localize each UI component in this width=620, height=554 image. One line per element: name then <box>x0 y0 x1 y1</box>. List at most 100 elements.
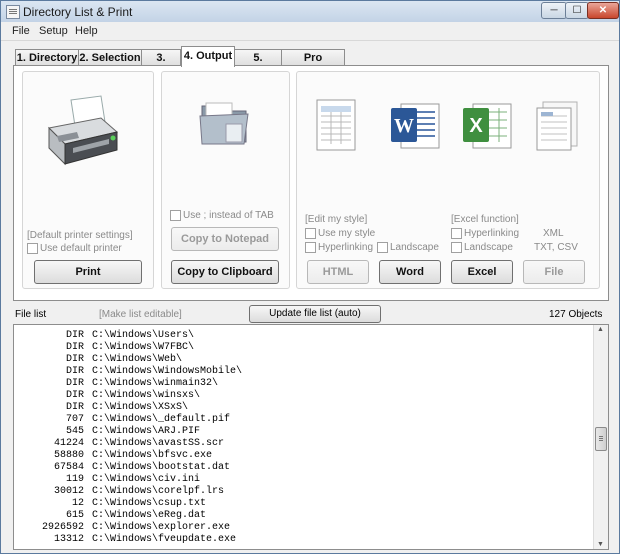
list-item[interactable]: DIR C:\Windows\Web\ <box>14 354 594 366</box>
close-button[interactable]: ✕ <box>587 2 619 19</box>
menu-file[interactable]: File <box>12 25 30 37</box>
list-item[interactable]: DIR C:\Windows\XSxS\ <box>14 402 594 414</box>
menu-help[interactable]: Help <box>75 25 98 37</box>
list-item[interactable]: 58880 C:\Windows\bfsvc.exe <box>14 450 594 462</box>
file-list[interactable]: DIR C:\Windows\Users\ DIR C:\Windows\W7FBC\… <box>13 324 609 550</box>
folder-icon <box>199 102 249 145</box>
file-size: 545 <box>65 426 84 437</box>
file-path: C:\Windows\avastSS.scr <box>92 438 225 449</box>
file-size: 12 <box>71 498 84 509</box>
file-size: DIR <box>65 378 84 389</box>
app-list-icon <box>6 5 20 19</box>
html-table-icon <box>316 99 356 151</box>
list-item[interactable]: 545 C:\Windows\ARJ.PIF <box>14 426 594 438</box>
copy-to-notepad-button[interactable]: Copy to Notepad <box>171 227 279 251</box>
xml-label: XML <box>543 228 564 239</box>
tab-action[interactable]: 5. Action <box>234 49 282 80</box>
excel-hyperlinking-checkbox[interactable]: Hyperlinking <box>451 228 519 239</box>
word-icon: W <box>391 103 440 149</box>
file-size: 67584 <box>53 462 84 473</box>
file-size: 13312 <box>53 534 84 545</box>
list-item[interactable]: DIR C:\Windows\WindowsMobile\ <box>14 366 594 378</box>
list-item[interactable]: 13312 C:\Windows\fveupdate.exe <box>14 534 594 546</box>
tab-selection[interactable]: 2. Selection <box>78 49 142 66</box>
file-size: 707 <box>65 414 84 425</box>
file-path: C:\Windows\bfsvc.exe <box>92 450 213 461</box>
landscape-checkbox[interactable]: Landscape <box>377 242 439 253</box>
list-item[interactable]: 30012 C:\Windows\corelpf.lrs <box>14 486 594 498</box>
minimize-button[interactable]: ─ <box>541 2 567 19</box>
use-my-style-checkbox[interactable]: Use my style <box>305 228 375 239</box>
make-list-editable-link[interactable]: [Make list editable] <box>99 309 182 320</box>
list-item[interactable]: 67584 C:\Windows\bootstat.dat <box>14 462 594 474</box>
excel-landscape-checkbox[interactable]: Landscape <box>451 242 513 253</box>
window-title: Directory List & Print <box>23 5 133 19</box>
vertical-scrollbar[interactable]: ▲ ▼ <box>593 325 608 549</box>
file-path: C:\Windows\XSxS\ <box>92 402 189 413</box>
excel-button[interactable]: Excel <box>451 260 513 284</box>
file-path: C:\Windows\Users\ <box>92 330 195 341</box>
edit-my-style-link[interactable]: [Edit my style] <box>305 214 367 225</box>
file-size: DIR <box>65 366 84 377</box>
file-size: DIR <box>65 402 84 413</box>
app-window: Directory List & Print ─ ☐ ✕ File Setup … <box>0 0 620 554</box>
use-default-printer-checkbox[interactable]: Use default printer <box>27 243 122 254</box>
list-item[interactable]: DIR C:\Windows\winsxs\ <box>14 390 594 402</box>
tab-directory[interactable]: 1. Directory <box>15 49 79 66</box>
menu-bar: File Setup Help <box>1 22 619 41</box>
file-path: C:\Windows\corelpf.lrs <box>92 486 225 497</box>
title-bar: Directory List & Print ─ ☐ ✕ <box>1 1 619 22</box>
list-item[interactable]: DIR C:\Windows\Users\ <box>14 330 594 342</box>
hyperlinking-checkbox[interactable]: Hyperlinking <box>305 242 373 253</box>
file-icon <box>536 101 578 151</box>
print-button[interactable]: Print <box>34 260 142 284</box>
tab-pro-licence[interactable]: Pro Licence <box>281 49 345 80</box>
list-item[interactable]: 615 C:\Windows\eReg.dat <box>14 510 594 522</box>
export-group: W X [Edit my style] Use my style Hyperli… <box>296 71 600 289</box>
list-item[interactable]: 12 C:\Windows\csup.txt <box>14 498 594 510</box>
file-button[interactable]: File <box>523 260 585 284</box>
copy-to-clipboard-button[interactable]: Copy to Clipboard <box>171 260 279 284</box>
use-semicolon-checkbox[interactable]: Use ; instead of TAB <box>170 210 274 221</box>
file-path: C:\Windows\bootstat.dat <box>92 462 231 473</box>
file-path: C:\Windows\_default.pif <box>92 414 231 425</box>
file-path: C:\Windows\csup.txt <box>92 498 207 509</box>
file-path: C:\Windows\fveupdate.exe <box>92 534 237 545</box>
printer-icon <box>47 95 119 166</box>
print-group: [Default printer settings] Use default p… <box>22 71 154 289</box>
list-item[interactable]: DIR C:\Windows\W7FBC\ <box>14 342 594 354</box>
file-path: C:\Windows\Web\ <box>92 354 183 365</box>
file-size: DIR <box>65 342 84 353</box>
excel-function-link[interactable]: [Excel function] <box>451 214 519 225</box>
tab-output[interactable]: 4. Output <box>181 46 235 67</box>
file-path: C:\Windows\eReg.dat <box>92 510 207 521</box>
file-size: DIR <box>65 354 84 365</box>
menu-setup[interactable]: Setup <box>39 25 68 37</box>
list-item[interactable]: 2926592 C:\Windows\explorer.exe <box>14 522 594 534</box>
word-button[interactable]: Word <box>379 260 441 284</box>
file-path: C:\Windows\explorer.exe <box>92 522 231 533</box>
list-item[interactable]: DIR C:\Windows\winmain32\ <box>14 378 594 390</box>
file-path: C:\Windows\ARJ.PIF <box>92 426 201 437</box>
default-printer-settings-link[interactable]: [Default printer settings] <box>27 230 133 241</box>
object-count: 127 Objects <box>549 309 603 320</box>
file-size: 615 <box>65 510 84 521</box>
list-item[interactable]: 41224 C:\Windows\avastSS.scr <box>14 438 594 450</box>
output-tab-panel: [Default printer settings] Use default p… <box>13 65 609 301</box>
list-item[interactable]: 707 C:\Windows\_default.pif <box>14 414 594 426</box>
scroll-up-icon[interactable]: ▲ <box>597 326 604 333</box>
scrollbar-thumb[interactable] <box>595 427 607 451</box>
file-size: 58880 <box>53 450 84 461</box>
txt-csv-label: TXT, CSV <box>534 242 578 253</box>
tab-filter[interactable]: 3. Filter <box>141 49 181 80</box>
excel-icon: X <box>463 103 512 149</box>
excel-icon-letter: X <box>469 115 483 137</box>
word-icon-letter: W <box>394 115 414 137</box>
scroll-down-icon[interactable]: ▼ <box>597 541 604 548</box>
list-item[interactable]: 119 C:\Windows\civ.ini <box>14 474 594 486</box>
update-file-list-button[interactable]: Update file list (auto) <box>249 305 381 323</box>
maximize-button[interactable]: ☐ <box>565 2 589 19</box>
clipboard-group: Use ; instead of TAB Copy to Notepad Cop… <box>161 71 290 289</box>
file-path: C:\Windows\winmain32\ <box>92 378 219 389</box>
html-button[interactable]: HTML <box>307 260 369 284</box>
